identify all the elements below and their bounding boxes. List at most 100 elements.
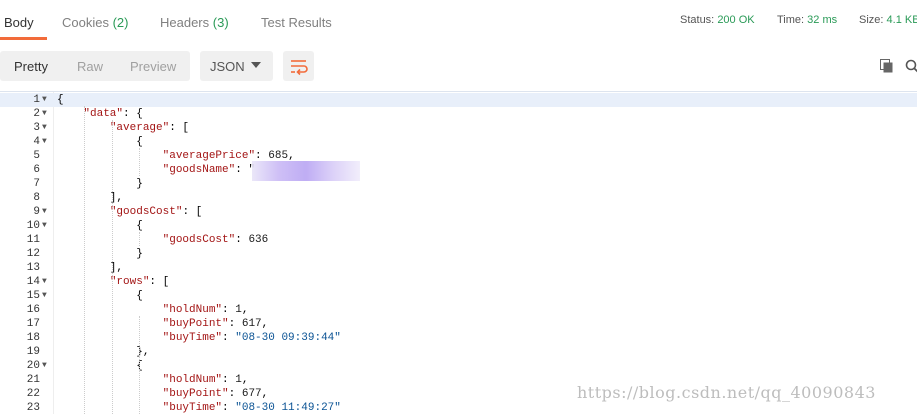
line-number: 12 <box>26 248 40 260</box>
code-line: 10 ▼ { <box>0 219 917 233</box>
chevron-down-icon <box>251 62 261 68</box>
redacted-value <box>252 161 360 181</box>
code-text: } <box>57 178 143 190</box>
code-line: 7 } <box>0 177 917 191</box>
fold-toggle-icon[interactable]: ▼ <box>42 93 47 107</box>
tab-cookies[interactable]: Cookies (2) <box>62 15 128 30</box>
line-number: 14 <box>26 276 40 288</box>
format-select[interactable]: JSON <box>200 51 273 81</box>
code-text: "rows": [ <box>109 276 170 288</box>
code-line: 2 ▼ "data": { <box>0 107 917 121</box>
code-line: 4 ▼ { <box>0 135 917 149</box>
line-number: 20 <box>26 360 40 372</box>
line-number: 19 <box>26 346 40 358</box>
code-text: { <box>57 360 143 372</box>
indent-guide <box>139 232 140 246</box>
code-line: 19 }, <box>0 345 917 359</box>
code-line: 3 ▼ "average": [ <box>0 121 917 135</box>
line-number: 13 <box>26 262 40 274</box>
code-text: { <box>57 220 143 232</box>
line-number: 15 <box>26 290 40 302</box>
code-text: "goodsName": " <box>162 164 256 176</box>
code-text: { <box>57 136 143 148</box>
preview-button[interactable]: Preview <box>130 59 176 74</box>
response-body-editor[interactable]: 1 ▼{2 ▼ "data": {3 ▼ "average": [4 ▼ {5 "ave… <box>0 91 917 414</box>
raw-button[interactable]: Raw <box>77 59 103 74</box>
indent-guide <box>139 148 140 176</box>
code-line: 23 "buyTime": "08-30 11:49:27" <box>0 401 917 414</box>
response-toolbar: Pretty Raw Preview JSON <box>0 41 917 91</box>
code-text: "buyPoint": 617, <box>162 318 269 330</box>
indent-guide <box>139 316 140 414</box>
code-text: "buyPoint": 677, <box>162 388 269 400</box>
fold-toggle-icon[interactable]: ▼ <box>42 359 47 373</box>
line-number: 8 <box>33 192 40 204</box>
indent-guide <box>112 120 113 414</box>
code-text: "buyTime": "08-30 09:39:44" <box>162 332 341 344</box>
watermark: https://blog.csdn.net/qq_40090843 <box>577 383 876 402</box>
pretty-button[interactable]: Pretty <box>14 59 48 74</box>
line-number: 2 <box>33 108 40 120</box>
line-number: 18 <box>26 332 40 344</box>
code-text: }, <box>57 346 150 358</box>
code-line: 17 "buyPoint": 617, <box>0 317 917 331</box>
code-line: 12 } <box>0 247 917 261</box>
fold-toggle-icon[interactable]: ▼ <box>42 205 47 219</box>
status-readout: Status: 200 OK <box>680 14 755 26</box>
code-text: "goodsCost": 636 <box>162 234 269 246</box>
line-number: 1 <box>33 94 40 106</box>
line-number: 17 <box>26 318 40 330</box>
code-text: "goodsCost": [ <box>109 206 203 218</box>
code-line: 6 "goodsName": " <box>0 163 917 177</box>
code-text: "data": { <box>83 108 143 120</box>
line-number: 11 <box>26 234 40 246</box>
fold-toggle-icon[interactable]: ▼ <box>42 107 47 121</box>
line-number: 10 <box>26 220 40 232</box>
code-text: "buyTime": "08-30 11:49:27" <box>162 402 341 414</box>
indent-guide <box>84 106 85 414</box>
active-tab-indicator <box>0 37 47 40</box>
copy-icon[interactable] <box>880 59 894 73</box>
fold-toggle-icon[interactable]: ▼ <box>42 289 47 303</box>
line-number: 21 <box>26 374 40 386</box>
tab-body[interactable]: Body <box>4 15 34 30</box>
code-line: 20 ▼ { <box>0 359 917 373</box>
code-line: 14 ▼ "rows": [ <box>0 275 917 289</box>
response-tabs: Body Cookies (2) Headers (3) Test Result… <box>0 0 917 42</box>
wrap-lines-button[interactable] <box>283 51 314 81</box>
search-icon[interactable] <box>905 59 917 73</box>
size-readout: Size: 4.1 KB <box>859 14 917 26</box>
code-text: "holdNum": 1, <box>162 374 249 386</box>
line-number: 7 <box>33 178 40 190</box>
fold-toggle-icon[interactable]: ▼ <box>42 275 47 289</box>
code-text: ], <box>57 192 124 204</box>
fold-toggle-icon[interactable]: ▼ <box>42 135 47 149</box>
line-number: 22 <box>26 388 40 400</box>
line-number: 6 <box>33 164 40 176</box>
code-text: } <box>57 248 143 260</box>
line-number: 9 <box>33 206 40 218</box>
tab-headers[interactable]: Headers (3) <box>160 15 229 30</box>
code-line: 5 "averagePrice": 685, <box>0 149 917 163</box>
code-line: 15 ▼ { <box>0 289 917 303</box>
time-readout: Time: 32 ms <box>777 14 838 26</box>
fold-toggle-icon[interactable]: ▼ <box>42 121 47 135</box>
view-mode-group: Pretty Raw Preview <box>0 51 190 81</box>
code-text: "average": [ <box>109 122 190 134</box>
line-number: 16 <box>26 304 40 316</box>
line-number: 4 <box>33 136 40 148</box>
code-text: ], <box>57 262 124 274</box>
tab-test-results[interactable]: Test Results <box>261 15 332 30</box>
code-line: 13 ], <box>0 261 917 275</box>
format-select-label: JSON <box>210 59 245 74</box>
code-line: 9 ▼ "goodsCost": [ <box>0 205 917 219</box>
code-line: 16 "holdNum": 1, <box>0 303 917 317</box>
code-line: 11 "goodsCost": 636 <box>0 233 917 247</box>
code-text: "holdNum": 1, <box>162 304 249 316</box>
line-number: 3 <box>33 122 40 134</box>
fold-toggle-icon[interactable]: ▼ <box>42 219 47 233</box>
code-line: 8 ], <box>0 191 917 205</box>
wrap-lines-icon <box>291 60 308 76</box>
line-number: 5 <box>33 150 40 162</box>
code-line: 1 ▼ { <box>0 93 917 107</box>
